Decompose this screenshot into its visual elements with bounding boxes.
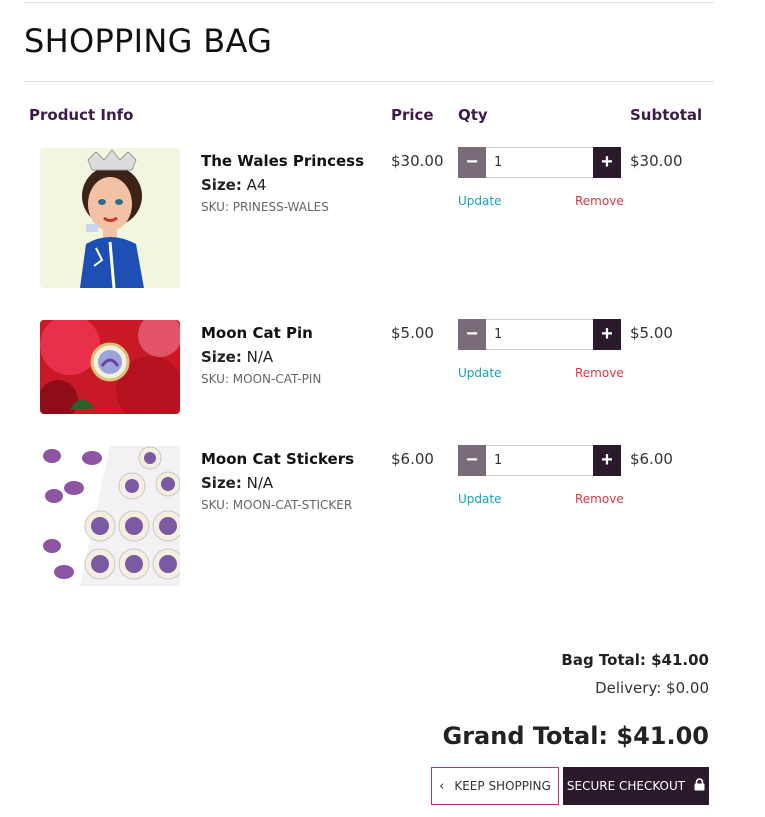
product-price: $6.00 (391, 450, 434, 468)
product-price: $5.00 (391, 324, 434, 342)
product-name[interactable]: The Wales Princess (201, 152, 364, 170)
minus-icon[interactable]: − (458, 147, 486, 178)
secure-checkout-button[interactable]: SECURE CHECKOUT (563, 767, 709, 805)
size-value: N/A (246, 348, 274, 366)
size-label: Size: (201, 348, 242, 366)
product-size: Size: N/A (201, 474, 273, 492)
remove-link[interactable]: Remove (575, 194, 624, 208)
plus-icon[interactable]: + (593, 319, 621, 350)
size-value: A4 (246, 176, 267, 194)
remove-link[interactable]: Remove (575, 492, 624, 506)
quantity-stepper: − 1 + (458, 445, 621, 476)
update-link[interactable]: Update (458, 194, 501, 208)
moon-cat-pin-photo (40, 320, 180, 414)
product-price: $30.00 (391, 152, 444, 170)
product-name[interactable]: Moon Cat Pin (201, 324, 313, 342)
grand-total: Grand Total: $41.00 (442, 722, 709, 750)
size-label: Size: (201, 176, 242, 194)
bag-total: Bag Total: $41.00 (561, 651, 709, 669)
product-sku: SKU: PRINESS-WALES (201, 200, 329, 214)
quantity-input[interactable]: 1 (486, 445, 593, 476)
size-value: N/A (246, 474, 274, 492)
product-image-moon-cat-stickers[interactable] (40, 446, 180, 586)
product-size: Size: N/A (201, 348, 273, 366)
product-image-wales-princess[interactable] (40, 148, 180, 288)
top-divider (24, 2, 714, 3)
secure-checkout-label: SECURE CHECKOUT (566, 779, 686, 793)
moon-cat-stickers-photo (40, 446, 180, 586)
product-subtotal: $30.00 (630, 152, 683, 170)
header-price: Price (391, 106, 434, 124)
product-size: Size: A4 (201, 176, 266, 194)
header-subtotal: Subtotal (630, 106, 703, 124)
quantity-stepper: − 1 + (458, 147, 621, 178)
header-qty: Qty (458, 106, 488, 124)
plus-icon[interactable]: + (593, 445, 621, 476)
product-subtotal: $6.00 (630, 450, 673, 468)
update-link[interactable]: Update (458, 492, 501, 506)
title-divider (24, 81, 714, 82)
chevron-left-icon: ‹ (439, 778, 445, 794)
size-label: Size: (201, 474, 242, 492)
header-product-info: Product Info (29, 106, 134, 124)
quantity-stepper: − 1 + (458, 319, 621, 350)
delivery-cost: Delivery: $0.00 (595, 679, 709, 697)
product-subtotal: $5.00 (630, 324, 673, 342)
plus-icon[interactable]: + (593, 147, 621, 178)
princess-illustration (40, 148, 180, 288)
product-name[interactable]: Moon Cat Stickers (201, 450, 354, 468)
keep-shopping-label: KEEP SHOPPING (454, 779, 551, 793)
product-sku: SKU: MOON-CAT-PIN (201, 372, 322, 386)
quantity-input[interactable]: 1 (486, 147, 593, 178)
keep-shopping-button[interactable]: ‹ KEEP SHOPPING (431, 767, 559, 805)
lock-icon (694, 778, 705, 794)
product-sku: SKU: MOON-CAT-STICKER (201, 498, 353, 512)
minus-icon[interactable]: − (458, 445, 486, 476)
minus-icon[interactable]: − (458, 319, 486, 350)
remove-link[interactable]: Remove (575, 366, 624, 380)
update-link[interactable]: Update (458, 366, 501, 380)
page-title: SHOPPING BAG (24, 22, 273, 60)
product-image-moon-cat-pin[interactable] (40, 320, 180, 414)
quantity-input[interactable]: 1 (486, 319, 593, 350)
